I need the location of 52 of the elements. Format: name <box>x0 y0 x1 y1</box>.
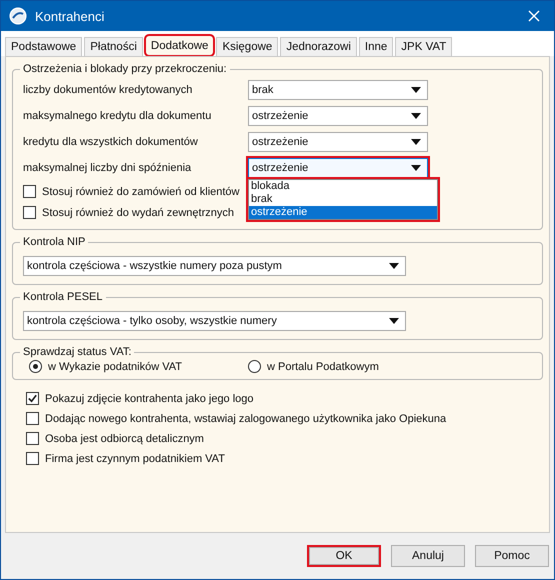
caret-icon <box>411 139 421 145</box>
group-title: Kontrola NIP <box>22 236 86 248</box>
caret-icon <box>389 318 399 324</box>
caret-icon <box>411 87 421 93</box>
caret-icon <box>411 113 421 119</box>
dropdown[interactable]: ostrzeżenie <box>248 106 428 126</box>
tab[interactable]: Płatności <box>84 37 143 56</box>
dropdown[interactable]: kontrola częściowa - tylko osoby, wszystkie numery <box>23 311 406 331</box>
dialog-button[interactable]: OK <box>307 545 381 567</box>
radio-label: w Wykazie podatników VAT <box>48 360 182 372</box>
checkbox-label: Stosuj również do zamówień od klientów <box>42 186 240 198</box>
app-icon <box>9 7 27 25</box>
checkbox-label: Pokazuj zdjęcie kontrahenta jako jego logo <box>45 392 254 404</box>
tab[interactable]: Jednorazowi <box>280 37 357 56</box>
checkbox-label: Firma jest czynnym podatnikiem VAT <box>45 452 225 464</box>
radio-button[interactable] <box>248 360 261 373</box>
group-title: Kontrola PESEL <box>22 291 104 303</box>
dropdown[interactable]: ostrzeżenie <box>248 132 428 152</box>
checkbox[interactable] <box>23 206 36 219</box>
dropdown-option[interactable]: ostrzeżenie <box>249 206 437 219</box>
checkbox-label: Dodając nowego kontrahenta, wstawiaj zalogowanego użytkownika jako Opiekuna <box>45 412 446 424</box>
tab[interactable]: Inne <box>358 37 394 56</box>
caret-icon <box>389 263 399 269</box>
radio-button[interactable] <box>29 360 42 373</box>
tab[interactable]: Dodatkowe <box>144 35 214 56</box>
checkbox[interactable] <box>26 392 39 405</box>
checkbox[interactable] <box>26 432 39 445</box>
field-label: maksymalnej liczby dni spóźnienia <box>23 162 192 174</box>
dropdown-option[interactable]: brak <box>249 193 437 206</box>
dropdown[interactable]: kontrola częściowa - wszystkie numery poza pustym <box>23 256 406 276</box>
close-icon[interactable] <box>528 10 540 22</box>
field-label: kredytu dla wszystkich dokumentów <box>23 136 199 148</box>
checkbox[interactable] <box>23 185 36 198</box>
field-label: liczby dokumentów kredytowanych <box>23 84 194 96</box>
group-title: Ostrzeżenia i blokady przy przekroczeniu: <box>22 63 228 75</box>
caret-icon <box>411 165 421 171</box>
dropdown-option[interactable]: blokada <box>249 180 437 193</box>
group-title: Sprawdzaj status VAT: <box>22 346 132 358</box>
checkbox-label: Osoba jest odbiorcą detalicznym <box>45 432 204 444</box>
tab[interactable]: Podstawowe <box>5 37 82 56</box>
tab[interactable]: Księgowe <box>216 37 278 56</box>
dialog-button[interactable]: Pomoc <box>475 545 549 567</box>
field-label: maksymalnego kredytu dla dokumentu <box>23 110 212 122</box>
checkbox-label: Stosuj również do wydań zewnętrznych <box>42 206 234 218</box>
window-title: Kontrahenci <box>35 8 106 24</box>
checkbox[interactable] <box>26 412 39 425</box>
dialog-button[interactable]: Anuluj <box>391 545 465 567</box>
dropdown[interactable]: brak <box>248 80 428 100</box>
tab[interactable]: JPK VAT <box>395 37 452 56</box>
checkbox[interactable] <box>26 452 39 465</box>
dropdown[interactable]: ostrzeżenie <box>248 158 428 178</box>
radio-label: w Portalu Podatkowym <box>267 360 379 372</box>
